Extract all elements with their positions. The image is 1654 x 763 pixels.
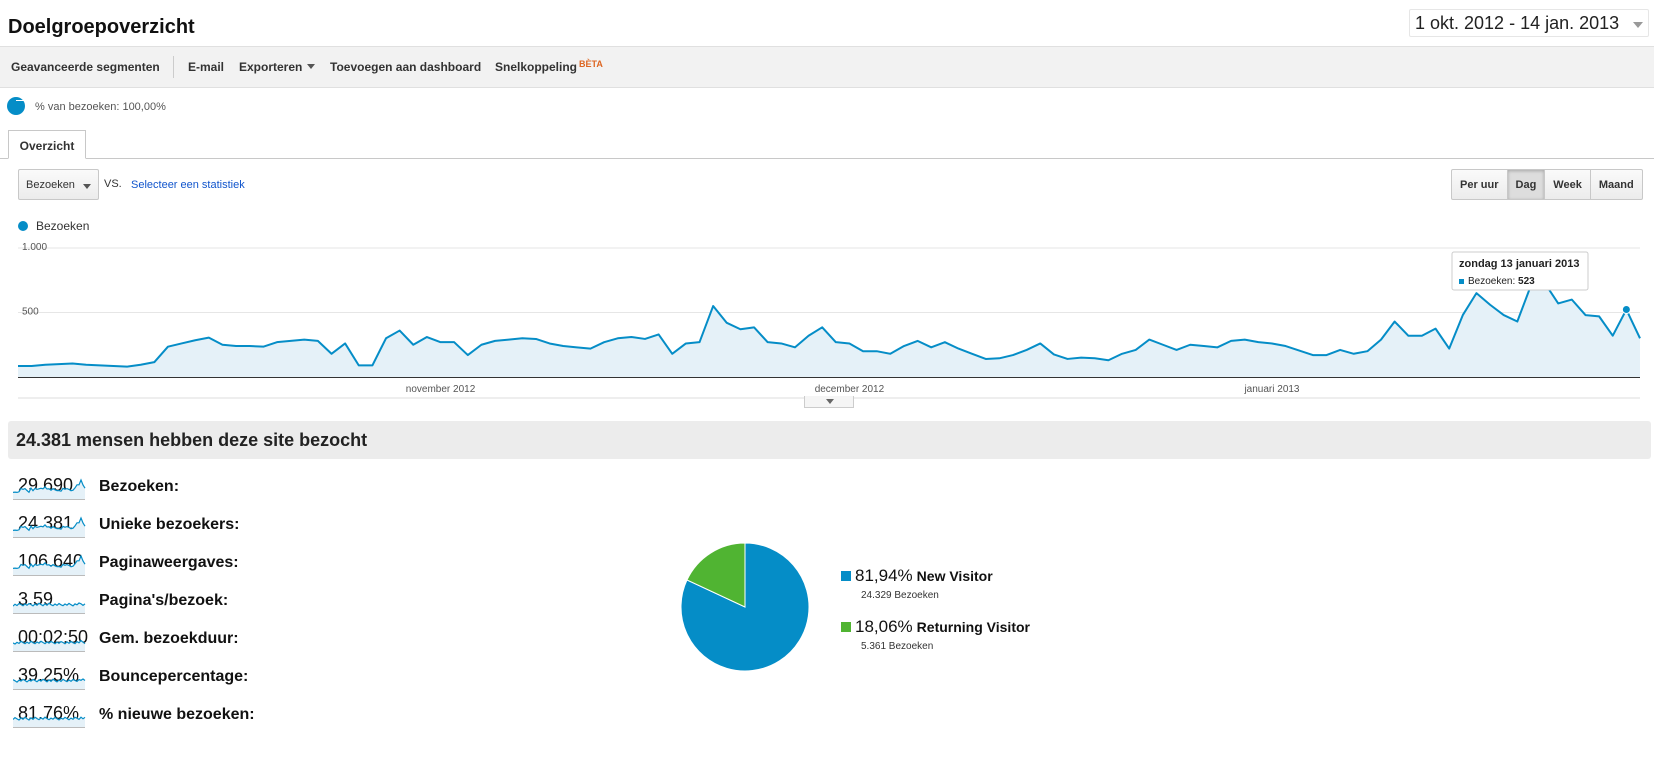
metric-label: % nieuwe bezoeken: (99, 706, 255, 723)
segment-pie-icon (7, 97, 25, 115)
segment-label: % van bezoeken: 100,00% (35, 101, 166, 113)
date-range-label: 1 okt. 2012 - 14 jan. 2013 (1415, 13, 1620, 33)
legend-swatch-returning (841, 622, 851, 632)
tab-overview[interactable]: Overzicht (8, 130, 86, 159)
vs-label: VS. (104, 178, 122, 190)
add-to-dashboard-button[interactable]: Toevoegen aan dashboard (330, 60, 481, 74)
chevron-down-icon (83, 184, 91, 189)
export-button[interactable]: Exporteren (239, 60, 316, 74)
export-label: Exporteren (239, 60, 303, 74)
returning-visitor-visits: 5.361 Bezoeken (861, 641, 934, 652)
returning-visitor-label: Returning Visitor (916, 619, 1030, 635)
new-visitor-label: New Visitor (916, 568, 993, 584)
metric-sparkline (13, 716, 86, 728)
metric-select[interactable]: Bezoeken (18, 169, 99, 200)
tooltip-swatch (1459, 279, 1464, 284)
x-tick-label: januari 2013 (1243, 384, 1299, 395)
tab-bar-line (0, 158, 1654, 159)
metric-label: Gem. bezoekduur: (99, 630, 239, 647)
metric-select-value: Bezoeken (26, 179, 75, 191)
y-tick-label: 500 (22, 307, 39, 318)
beta-badge: BÈTA (579, 59, 603, 69)
area-fill (18, 282, 1640, 377)
granularity-toggle: Per uur Dag Week Maand (1451, 169, 1643, 200)
date-range-picker[interactable]: 1 okt. 2012 - 14 jan. 2013 (1409, 9, 1649, 37)
chevron-down-icon (307, 64, 316, 69)
metric-row: Paginaweergaves: 106.640 (13, 551, 239, 577)
x-tick-label: december 2012 (815, 384, 885, 395)
metric-row: Bouncepercentage: 39,25% (13, 665, 248, 691)
visits-line-chart[interactable]: 1.000 500 november 2012 december 2012 januar… (0, 236, 1654, 406)
metric-sparkline (13, 516, 86, 538)
metric-sparkline (13, 478, 86, 500)
metric-row: Unieke bezoekers: 24.381 (13, 513, 240, 539)
toolbar-divider (173, 56, 174, 78)
visitor-type-pie-chart[interactable] (680, 542, 810, 672)
metric-sparkline (13, 554, 86, 576)
metric-sparkline (13, 639, 86, 652)
summary-title: 24.381 mensen hebben deze site bezocht (8, 421, 1651, 459)
email-button[interactable]: E-mail (188, 60, 224, 74)
chevron-down-icon (1633, 22, 1643, 28)
metric-sparkline (13, 678, 86, 690)
chart-legend-label: Bezoeken (36, 219, 90, 233)
legend-swatch-new (841, 571, 851, 581)
shortcut-label: Snelkoppeling (495, 60, 578, 74)
y-tick-label: 1.000 (22, 242, 47, 253)
metric-row: Pagina's/bezoek: 3,59 (13, 589, 228, 615)
metric-label: Paginaweergaves: (99, 554, 239, 571)
metric-label: Unieke bezoekers: (99, 516, 240, 533)
chart-tooltip: zondag 13 januari 2013 Bezoeken: 523 (1451, 251, 1589, 291)
advanced-segments-button[interactable]: Geavanceerde segmenten (11, 60, 160, 74)
page-title: Doelgroepoverzicht (8, 16, 195, 38)
select-statistic-link[interactable]: Selecteer een statistiek (131, 179, 245, 191)
metric-row: Gem. bezoekduur: 00:02:50 (13, 627, 239, 653)
legend-dot-icon (18, 221, 28, 231)
highlighted-point[interactable] (1621, 305, 1631, 315)
metric-label: Bouncepercentage: (99, 668, 249, 685)
shortcut-button[interactable]: Snelkoppeling BÈTA (495, 59, 603, 74)
metric-row: Bezoeken: 29.690 (13, 475, 179, 501)
metric-label: Bezoeken: (99, 478, 180, 495)
new-visitor-percent: 81,94% (855, 566, 913, 585)
metric-sparkline (13, 602, 86, 614)
tooltip-date: zondag 13 januari 2013 (1459, 258, 1579, 270)
new-visitor-visits: 24.329 Bezoeken (861, 590, 939, 601)
granularity-hour-button[interactable]: Per uur (1452, 170, 1507, 199)
chart-collapse-button[interactable] (804, 396, 854, 408)
chevron-down-icon (826, 399, 834, 404)
toolbar: Geavanceerde segmenten E-mail Exporteren… (0, 46, 1654, 88)
granularity-day-button[interactable]: Dag (1506, 170, 1545, 199)
tooltip-value: Bezoeken: 523 (1468, 276, 1535, 287)
granularity-week-button[interactable]: Week (1544, 170, 1590, 199)
metric-row: % nieuwe bezoeken: 81,76% (13, 703, 255, 729)
metric-label: Pagina's/bezoek: (99, 592, 229, 609)
x-tick-label: november 2012 (406, 384, 476, 395)
granularity-month-button[interactable]: Maand (1589, 170, 1642, 199)
returning-visitor-percent: 18,06% (855, 617, 913, 636)
